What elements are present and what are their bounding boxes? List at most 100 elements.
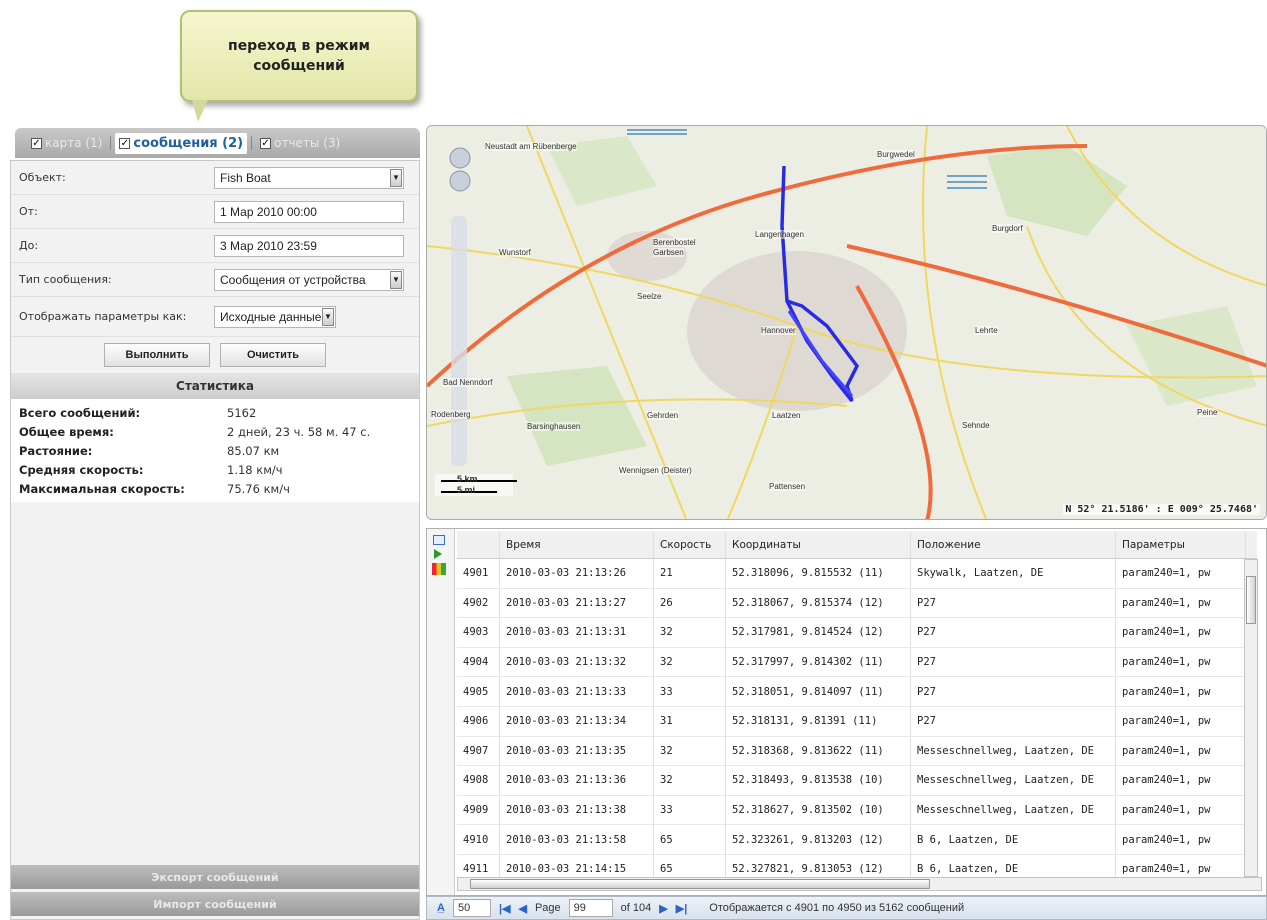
scroll-thumb[interactable] [1246, 576, 1256, 624]
execute-button[interactable]: Выполнить [104, 343, 210, 367]
tab-messages-label: сообщения (2) [133, 135, 244, 151]
checkbox-icon[interactable]: ✓ [119, 137, 131, 149]
cell-location: Messeschnellweg, Laatzen, DE [911, 766, 1116, 795]
table-row[interactable]: 4903 2010-03-03 21:13:31 32 52.317981, 9.81… [457, 618, 1257, 648]
checkbox-icon[interactable]: ✓ [31, 137, 42, 149]
cell-params: param240=1, pw [1116, 825, 1246, 854]
cell-coords: 52.318368, 9.813622 (11) [726, 736, 911, 766]
cell-coords: 52.318067, 9.815374 (12) [726, 588, 911, 618]
page-value: 99 [573, 902, 586, 914]
cell-time: 2010-03-03 21:13:35 [500, 736, 654, 766]
tab-reports[interactable]: ✓ отчеты (3) [256, 133, 344, 153]
header-location[interactable]: Положение [911, 531, 1116, 558]
header-speed[interactable]: Скорость [654, 531, 726, 558]
chevron-down-icon[interactable]: ▼ [390, 168, 402, 187]
scroll-thumb[interactable] [470, 879, 930, 889]
cell-id: 4908 [457, 766, 500, 795]
prev-page-icon[interactable]: ◀ [519, 902, 527, 915]
last-page-icon[interactable]: ▶| [676, 902, 688, 915]
table-row[interactable]: 4908 2010-03-03 21:13:36 32 52.318493, 9.81… [457, 766, 1257, 796]
map-view[interactable]: Neustadt am Rübenberge Burgwedel Langenh… [426, 125, 1267, 520]
from-value: 1 Мар 2010 00:00 [220, 204, 317, 219]
cell-speed: 32 [654, 736, 726, 766]
cell-params: param240=1, pw [1116, 647, 1246, 677]
form-buttons: Выполнить Очистить [11, 337, 419, 373]
checkbox-icon[interactable]: ✓ [260, 137, 272, 149]
table-row[interactable]: 4909 2010-03-03 21:13:38 33 52.318627, 9.81… [457, 795, 1257, 826]
msgtype-select[interactable]: Сообщения от устройства ▼ [214, 268, 404, 291]
tab-separator [110, 136, 112, 150]
stats-label: Всего сообщений: [19, 405, 141, 420]
map-coordinates: N 52° 21.5186' : E 009° 25.7468' [1063, 504, 1260, 515]
next-page-icon[interactable]: ▶ [659, 902, 667, 915]
stats-row: Общее время: 2 дней, 23 ч. 58 м. 47 с. [19, 422, 411, 441]
map-label: Neustadt am Rübenberge [485, 142, 577, 151]
table-row[interactable]: 4906 2010-03-03 21:13:34 31 52.318131, 9.81… [457, 706, 1257, 737]
table-row[interactable]: 4910 2010-03-03 21:13:58 65 52.323261, 9.81… [457, 825, 1257, 855]
msgtype-row: Тип сообщения: Сообщения от устройства ▼ [11, 263, 419, 297]
vertical-scrollbar[interactable] [1244, 559, 1258, 877]
cell-coords: 52.317981, 9.814524 (12) [726, 618, 911, 647]
header-coords[interactable]: Координаты [726, 531, 911, 558]
cell-location: P27 [911, 706, 1116, 736]
cell-id: 4910 [457, 825, 500, 854]
cell-location: B 6, Laatzen, DE [911, 825, 1116, 854]
table-row[interactable]: 4901 2010-03-03 21:13:26 21 52.318096, 9.81… [457, 559, 1257, 589]
stats-row: Всего сообщений: 5162 [19, 403, 411, 422]
cell-id: 4903 [457, 618, 500, 647]
cell-coords: 52.318493, 9.813538 (10) [726, 766, 911, 795]
cell-speed: 32 [654, 766, 726, 795]
table-row[interactable]: 4902 2010-03-03 21:13:27 26 52.318067, 9.81… [457, 588, 1257, 619]
tab-map[interactable]: ✓ карта (1) [27, 133, 106, 153]
page-input[interactable]: 99 [568, 899, 613, 917]
cell-time: 2010-03-03 21:13:26 [500, 559, 654, 588]
header-time[interactable]: Время [500, 531, 654, 558]
page-of-label: of 104 [620, 902, 652, 914]
stats-row: Растояние: 85.07 км [19, 441, 411, 460]
horizontal-scrollbar[interactable] [457, 877, 1262, 891]
header-id[interactable] [457, 531, 500, 558]
import-button[interactable]: Импорт сообщений [11, 892, 419, 916]
cell-location: Messeschnellweg, Laatzen, DE [911, 795, 1116, 825]
cell-coords: 52.318051, 9.814097 (11) [726, 677, 911, 706]
chevron-down-icon[interactable]: ▼ [390, 270, 402, 289]
map-label: Garbsen [653, 248, 684, 257]
scale-km: 5 km [457, 474, 478, 484]
cell-params: param240=1, pw [1116, 588, 1246, 618]
map-canvas[interactable] [427, 126, 1267, 520]
table-icon[interactable] [433, 535, 445, 545]
stats-value: 1.18 км/ч [227, 462, 283, 477]
table-row[interactable]: 4907 2010-03-03 21:13:35 32 52.318368, 9.81… [457, 736, 1257, 767]
map-label: Barsinghausen [527, 422, 581, 431]
cell-time: 2010-03-03 21:13:31 [500, 618, 654, 647]
stats-value: 75.76 км/ч [227, 481, 290, 496]
stats-title: Статистика [11, 373, 419, 399]
cell-time: 2010-03-03 21:13:36 [500, 766, 654, 795]
play-icon[interactable] [434, 549, 442, 559]
cell-location: Messeschnellweg, Laatzen, DE [911, 736, 1116, 766]
column-settings-icon[interactable]: A̲ [437, 902, 445, 914]
table-row[interactable]: 4905 2010-03-03 21:13:33 33 52.318051, 9.81… [457, 677, 1257, 707]
display-select[interactable]: Исходные данные ▼ [214, 305, 336, 328]
chart-icon[interactable] [432, 563, 446, 575]
clear-button[interactable]: Очистить [220, 343, 326, 367]
tab-messages[interactable]: ✓ сообщения (2) [115, 132, 248, 154]
map-label: Langenhagen [755, 230, 804, 239]
page-size-select[interactable]: 50 [452, 899, 491, 917]
object-label: Объект: [19, 171, 66, 184]
stats-label: Максимальная скорость: [19, 481, 185, 496]
object-select[interactable]: Fish Boat ▼ [214, 166, 404, 189]
chevron-down-icon[interactable]: ▼ [322, 307, 334, 326]
cell-speed: 32 [654, 618, 726, 647]
to-date-field[interactable]: 3 Мар 2010 23:59 [214, 234, 404, 257]
header-params[interactable]: Параметры [1116, 531, 1246, 558]
stats-label: Средняя скорость: [19, 462, 144, 477]
cell-coords: 52.318096, 9.815532 (11) [726, 559, 911, 588]
to-row: До: 3 Мар 2010 23:59 [11, 229, 419, 263]
from-date-field[interactable]: 1 Мар 2010 00:00 [214, 200, 404, 223]
cell-id: 4901 [457, 559, 500, 588]
grid-header: Время Скорость Координаты Положение Пара… [457, 531, 1257, 559]
table-row[interactable]: 4904 2010-03-03 21:13:32 32 52.317997, 9.81… [457, 647, 1257, 678]
first-page-icon[interactable]: |◀ [499, 902, 511, 915]
export-button[interactable]: Экспорт сообщений [11, 865, 419, 889]
